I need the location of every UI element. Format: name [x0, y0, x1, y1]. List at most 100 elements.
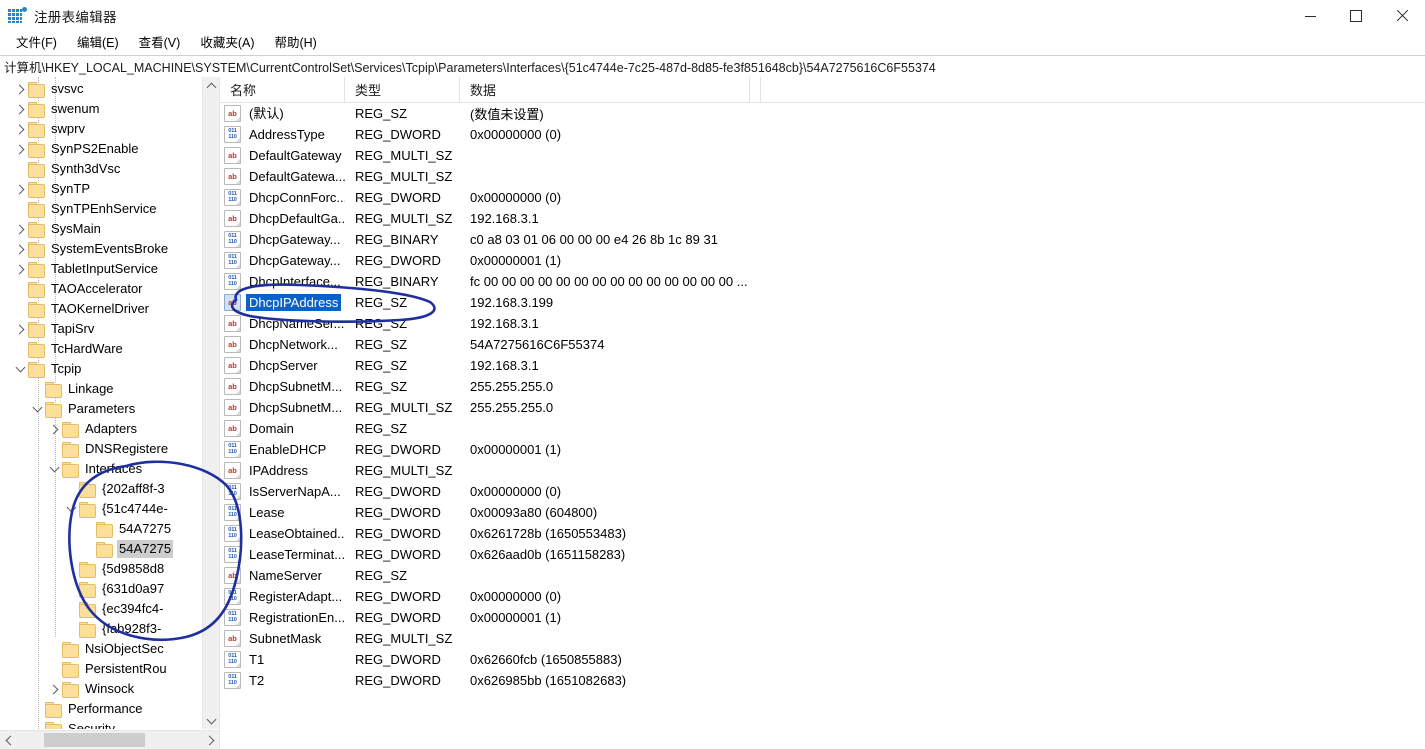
minimize-button[interactable]: [1287, 0, 1333, 32]
chevron-down-icon[interactable]: [46, 461, 62, 477]
window-controls: [1287, 0, 1425, 32]
tree-node[interactable]: svsvc: [0, 79, 203, 99]
value-row[interactable]: 011 110 AddressType REG_DWORD 0x00000000 (0): [220, 124, 1425, 145]
chevron-right-icon[interactable]: [12, 81, 28, 97]
tree-node[interactable]: Linkage: [0, 379, 203, 399]
value-row[interactable]: 011 110 T1 REG_DWORD 0x62660fcb (1650855883): [220, 649, 1425, 670]
tree-node[interactable]: Synth3dVsc: [0, 159, 203, 179]
list-rows[interactable]: ab (默认) REG_SZ (数值未设置) 011 110 AddressType REG_…: [220, 103, 1425, 691]
tree-node[interactable]: DNSRegistere: [0, 439, 203, 459]
tree-node[interactable]: {fab928f3-: [0, 619, 203, 639]
tree-node[interactable]: SysMain: [0, 219, 203, 239]
value-row[interactable]: 011 110 LeaseObtained... REG_DWORD 0x6261728…: [220, 523, 1425, 544]
tree-node[interactable]: Parameters: [0, 399, 203, 419]
chevron-right-icon[interactable]: [46, 421, 62, 437]
value-row[interactable]: 011 110 DhcpInterface... REG_BINARY fc 00 00…: [220, 271, 1425, 292]
menu-item-help[interactable]: 帮助(H): [264, 32, 326, 54]
tree-node[interactable]: {ec394fc4-: [0, 599, 203, 619]
tree-node[interactable]: SystemEventsBroke: [0, 239, 203, 259]
value-row[interactable]: 011 110 DhcpGateway... REG_DWORD 0x00000001 …: [220, 250, 1425, 271]
value-row[interactable]: ab DhcpSubnetM... REG_MULTI_SZ 255.255.255.…: [220, 397, 1425, 418]
tree-node[interactable]: TapiSrv: [0, 319, 203, 339]
tree-node[interactable]: SynTPEnhService: [0, 199, 203, 219]
column-header-data[interactable]: 数据: [460, 77, 750, 102]
chevron-down-icon[interactable]: [12, 361, 28, 377]
tree-node[interactable]: {631d0a97: [0, 579, 203, 599]
chevron-right-icon[interactable]: [12, 321, 28, 337]
value-row[interactable]: 011 110 LeaseTerminat... REG_DWORD 0x626aad0…: [220, 544, 1425, 565]
value-row[interactable]: 011 110 DhcpConnForc... REG_DWORD 0x00000000…: [220, 187, 1425, 208]
maximize-button[interactable]: [1333, 0, 1379, 32]
tree-node[interactable]: swprv: [0, 119, 203, 139]
value-row[interactable]: ab SubnetMask REG_MULTI_SZ: [220, 628, 1425, 649]
tree-horizontal-scrollbar[interactable]: [0, 730, 219, 749]
chevron-right-icon[interactable]: [12, 241, 28, 257]
value-row[interactable]: ab DefaultGateway REG_MULTI_SZ: [220, 145, 1425, 166]
tree-node[interactable]: NsiObjectSec: [0, 639, 203, 659]
tree-node[interactable]: PersistentRou: [0, 659, 203, 679]
close-button[interactable]: [1379, 0, 1425, 32]
value-row[interactable]: ab DhcpNetwork... REG_SZ 54A7275616C6F55374: [220, 334, 1425, 355]
tree-node[interactable]: TabletInputService: [0, 259, 203, 279]
tree-node[interactable]: swenum: [0, 99, 203, 119]
chevron-down-icon[interactable]: [63, 501, 79, 517]
column-header-type[interactable]: 类型: [345, 77, 460, 102]
tree-node[interactable]: Tcpip: [0, 359, 203, 379]
value-row[interactable]: ab DhcpNameSer... REG_SZ 192.168.3.1: [220, 313, 1425, 334]
chevron-down-icon[interactable]: [29, 401, 45, 417]
tree-node[interactable]: Winsock: [0, 679, 203, 699]
value-row[interactable]: 011 110 RegistrationEn... REG_DWORD 0x000000…: [220, 607, 1425, 628]
value-row[interactable]: ab DefaultGatewa... REG_MULTI_SZ: [220, 166, 1425, 187]
scroll-up-button[interactable]: [203, 77, 219, 94]
value-row[interactable]: ab (默认) REG_SZ (数值未设置): [220, 103, 1425, 124]
tree-node[interactable]: 54A7275: [0, 539, 203, 559]
value-row[interactable]: ab DhcpSubnetM... REG_SZ 255.255.255.0: [220, 376, 1425, 397]
tree-node[interactable]: TAOKernelDriver: [0, 299, 203, 319]
chevron-right-icon[interactable]: [12, 181, 28, 197]
column-header-name[interactable]: 名称: [220, 77, 345, 102]
menu-item-favorites[interactable]: 收藏夹(A): [190, 32, 264, 54]
value-row[interactable]: 011 110 Lease REG_DWORD 0x00093a80 (604800): [220, 502, 1425, 523]
tree-vertical-scrollbar[interactable]: [202, 77, 219, 729]
chevron-right-icon[interactable]: [12, 101, 28, 117]
tree-node[interactable]: Performance: [0, 699, 203, 719]
value-row[interactable]: 011 110 RegisterAdapt... REG_DWORD 0x0000000…: [220, 586, 1425, 607]
scroll-left-button[interactable]: [0, 731, 17, 749]
tree-node[interactable]: TAOAccelerator: [0, 279, 203, 299]
tree-hscroll-thumb[interactable]: [44, 733, 145, 747]
value-row[interactable]: 011 110 IsServerNapA... REG_DWORD 0x00000000…: [220, 481, 1425, 502]
tree-node[interactable]: 54A7275: [0, 519, 203, 539]
value-row[interactable]: ab IPAddress REG_MULTI_SZ: [220, 460, 1425, 481]
value-row[interactable]: ab DhcpDefaultGa... REG_MULTI_SZ 192.168.3.…: [220, 208, 1425, 229]
tree-node[interactable]: {51c4744e-: [0, 499, 203, 519]
address-bar[interactable]: 计算机\HKEY_LOCAL_MACHINE\SYSTEM\CurrentCon…: [0, 55, 1425, 78]
chevron-right-icon[interactable]: [12, 261, 28, 277]
menu-item-view[interactable]: 查看(V): [129, 32, 191, 54]
chevron-right-icon[interactable]: [46, 681, 62, 697]
address-path[interactable]: 计算机\HKEY_LOCAL_MACHINE\SYSTEM\CurrentCon…: [0, 57, 936, 76]
tree-node[interactable]: SynTP: [0, 179, 203, 199]
value-row[interactable]: 011 110 EnableDHCP REG_DWORD 0x00000001 (1): [220, 439, 1425, 460]
tree-node[interactable]: Adapters: [0, 419, 203, 439]
tree-node[interactable]: {5d9858d8: [0, 559, 203, 579]
registry-tree[interactable]: svsvc swenum swprv SynPS2Enable Synth3dVsc Sy…: [0, 77, 203, 729]
scroll-down-button[interactable]: [203, 712, 219, 729]
chevron-right-icon[interactable]: [12, 221, 28, 237]
chevron-right-icon[interactable]: [12, 121, 28, 137]
menu-item-file[interactable]: 文件(F): [6, 32, 67, 54]
menu-item-edit[interactable]: 编辑(E): [67, 32, 129, 54]
tree-node[interactable]: Interfaces: [0, 459, 203, 479]
value-row[interactable]: 011 110 DhcpGateway... REG_BINARY c0 a8 03 0…: [220, 229, 1425, 250]
value-name: RegistrationEn...: [249, 610, 345, 625]
scroll-right-button[interactable]: [202, 731, 219, 749]
value-row[interactable]: ab DhcpIPAddress REG_SZ 192.168.3.199: [220, 292, 1425, 313]
tree-node[interactable]: TcHardWare: [0, 339, 203, 359]
tree-node[interactable]: SynPS2Enable: [0, 139, 203, 159]
value-row[interactable]: ab DhcpServer REG_SZ 192.168.3.1: [220, 355, 1425, 376]
value-row[interactable]: ab NameServer REG_SZ: [220, 565, 1425, 586]
value-row[interactable]: ab Domain REG_SZ: [220, 418, 1425, 439]
value-row[interactable]: 011 110 T2 REG_DWORD 0x626985bb (1651082683): [220, 670, 1425, 691]
tree-node[interactable]: {202aff8f-3: [0, 479, 203, 499]
chevron-right-icon[interactable]: [12, 141, 28, 157]
tree-node[interactable]: Security: [0, 719, 203, 729]
